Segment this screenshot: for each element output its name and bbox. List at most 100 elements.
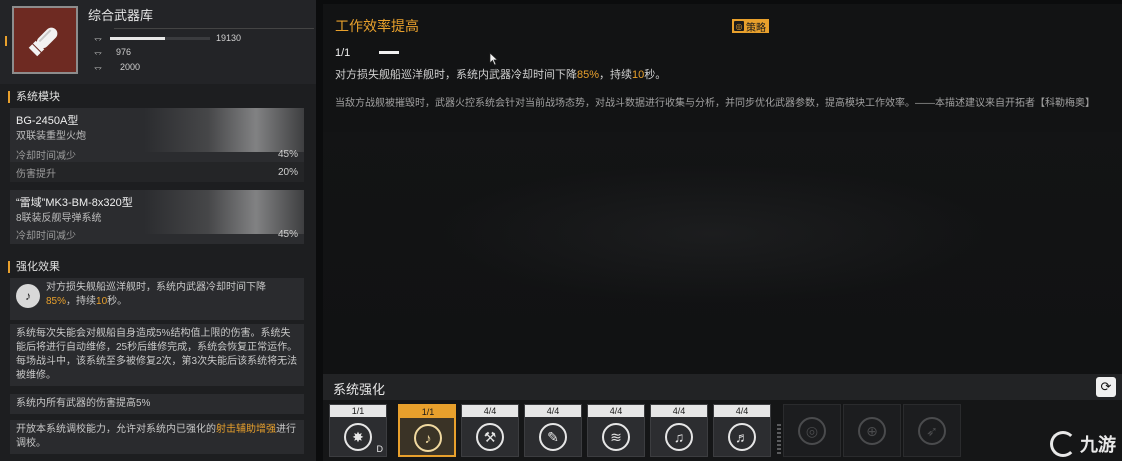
locked-missile-icon: ➶ [918, 417, 946, 445]
effect-highlight: 85% [46, 296, 67, 307]
heat-icon: ≋ [602, 423, 630, 451]
stat-speed: ⥐ 2000 [92, 61, 140, 73]
effect-text: 系统每次失能会对舰船自身造成5%结构值上限的伤害。系统失能后将进行自动维修，25… [16, 328, 298, 381]
enhancement-slot[interactable]: ➶ [903, 404, 961, 457]
watermark-text: 九游 [1080, 435, 1116, 455]
detail-flavor-text: 当敌方战舰被摧毁时，武器火控系统会针对当前战场态势，对战斗数据进行收集与分析，并… [335, 98, 1095, 109]
module-name: BG-2450A型 [16, 115, 79, 127]
watermark: 九游 [1050, 431, 1116, 457]
watermark-logo-icon [1050, 431, 1076, 457]
slot-count: 4/4 [651, 405, 707, 417]
guitar-alt-icon: ♬ [728, 423, 756, 451]
enhancement-slot[interactable]: 4/4 ♬ [713, 404, 771, 457]
strategy-badge: ◎ 策略 [732, 19, 769, 34]
guitar-icon: ♫ [665, 423, 693, 451]
guitar-upgrade-icon: ♪ [414, 424, 442, 452]
module-subtitle: 双联装重型火炮 [16, 131, 86, 142]
module-name: “雷域”MK3-BM-8x320型 [16, 197, 133, 209]
effect-item-2: 系统每次失能会对舰船自身造成5%结构值上限的伤害。系统失能后将进行自动维修，25… [10, 324, 304, 386]
detail-header: 工作效率提高 ◎ 策略 1/1 对方损失舰船巡洋舰时，系统内武器冷却时间下降85… [323, 4, 1122, 132]
damage-value: 19130 [216, 33, 242, 43]
desc-highlight: 85% [577, 69, 600, 81]
desc-highlight: 10 [632, 69, 645, 81]
effect-link[interactable]: 射击辅助增强 [216, 424, 276, 435]
stat-label: 冷却时间减少 [16, 150, 76, 162]
module-stat-row: 冷却时间减少 45% [10, 224, 304, 244]
enhancement-slot[interactable]: 4/4 ✎ [524, 404, 582, 457]
modules-section-title: 系统模块 [8, 91, 60, 103]
module-stat-row: 伤害提升 20% [10, 162, 304, 182]
effect-item-1: ♪ 对方损失舰船巡洋舰时，系统内武器冷却时间下降 85%，持续10秒。 [10, 278, 304, 320]
slot-count: 4/4 [588, 405, 644, 417]
effect-text: 对方损失舰船巡洋舰时，系统内武器冷却时间下降 [46, 282, 266, 293]
slot-count: 1/1 [330, 405, 386, 417]
armor-icon: ⥐ [94, 46, 102, 58]
detail-description: 对方损失舰船巡洋舰时，系统内武器冷却时间下降85%，持续10秒。 [335, 66, 666, 82]
stat-value: 20% [277, 166, 298, 178]
weapon-header: 综合武器库 ⥐ 19130 ⥐ 976 ⥐ 2000 [0, 0, 316, 84]
slot-count: 4/4 [714, 405, 770, 417]
desc-text: 秒。 [644, 69, 667, 81]
level-bar [379, 51, 399, 54]
weapon-name: 综合武器库 [88, 8, 154, 23]
effects-section-title: 强化效果 [8, 261, 60, 273]
module-subtitle: 8联装反舰导弹系统 [16, 213, 102, 224]
damage-bar-fill [110, 36, 165, 40]
enhancement-slot[interactable]: 1/1 ✸ D [329, 404, 387, 457]
effect-highlight: 10 [96, 296, 108, 307]
refresh-button[interactable]: ⟳ [1096, 377, 1116, 397]
effect-item-4: 开放本系统调校能力，允许对系统内已强化的射击辅助增强进行调校。 [10, 420, 304, 454]
slot-count: 4/4 [462, 405, 518, 417]
effect-text: 系统内所有武器的伤害提高5% [16, 398, 151, 409]
guitar-upgrade-icon: ♪ [16, 284, 40, 308]
enhancement-slot[interactable]: 1/1 ♪ [398, 404, 456, 457]
ship-background-image [433, 164, 993, 304]
enhancement-header: 系统强化 ⟳ [323, 374, 1122, 400]
module-card-1[interactable]: BG-2450A型 双联装重型火炮 冷却时间减少 45% 伤害提升 20% [10, 108, 304, 182]
stat-value: 45% [277, 228, 298, 240]
mouse-cursor-icon [489, 52, 499, 66]
enhancement-slot[interactable]: 4/4 ≋ [587, 404, 645, 457]
accent-tick [5, 36, 7, 46]
enhancement-slot[interactable]: 4/4 ♫ [650, 404, 708, 457]
stat-label: 冷却时间减少 [16, 230, 76, 242]
speed-value: 2000 [120, 62, 141, 72]
stat-label: 伤害提升 [16, 168, 56, 180]
detail-panel: 工作效率提高 ◎ 策略 1/1 对方损失舰船巡洋舰时，系统内武器冷却时间下降85… [323, 4, 1122, 461]
slot-count: 4/4 [525, 405, 581, 417]
desc-text: 对方损失舰船巡洋舰时，系统内武器冷却时间下降 [335, 69, 577, 81]
armor-value: 976 [116, 47, 132, 57]
effect-text: 秒。 [107, 296, 128, 307]
locked-target-icon: ⊕ [858, 417, 886, 445]
wrench-icon: ✎ [539, 423, 567, 451]
damage-icon: ⥐ [94, 32, 102, 44]
detail-title: 工作效率提高 [335, 18, 419, 34]
module-card-2[interactable]: “雷域”MK3-BM-8x320型 8联装反舰导弹系统 冷却时间减少 45% [10, 190, 304, 244]
stat-armor: ⥐ 976 [92, 46, 131, 58]
stat-damage: ⥐ 19130 [92, 32, 241, 44]
slot-divider [777, 424, 781, 454]
enhancement-title: 系统强化 [333, 382, 386, 397]
enhancement-slot[interactable]: ◎ [783, 404, 841, 457]
effect-item-3: 系统内所有武器的伤害提高5% [10, 394, 304, 414]
desc-text: ，持续 [599, 69, 633, 81]
slot-count: 1/1 [400, 406, 456, 418]
slot-suffix: D [376, 444, 384, 454]
effect-text: ，持续 [66, 296, 97, 307]
stat-value: 45% [277, 148, 298, 160]
missile-weapon-icon [12, 6, 78, 74]
level-indicator: 1/1 [335, 47, 351, 59]
hammer-icon: ⚒ [476, 423, 504, 451]
weapon-panel: 综合武器库 ⥐ 19130 ⥐ 976 ⥐ 2000 系统模块 BG-2450A… [0, 0, 316, 461]
refresh-icon: ⟳ [1100, 379, 1112, 394]
damage-bar [110, 36, 210, 40]
effect-text: 开放本系统调校能力，允许对系统内已强化的 [16, 424, 216, 435]
header-divider [114, 28, 314, 29]
efficiency-icon: ✸ [344, 423, 372, 451]
speed-icon: ⥐ [94, 61, 102, 73]
locked-radar-icon: ◎ [798, 417, 826, 445]
enhancement-slot[interactable]: ⊕ [843, 404, 901, 457]
strategy-icon: ◎ [734, 21, 744, 31]
strategy-label: 策略 [746, 22, 766, 34]
enhancement-slot[interactable]: 4/4 ⚒ [461, 404, 519, 457]
